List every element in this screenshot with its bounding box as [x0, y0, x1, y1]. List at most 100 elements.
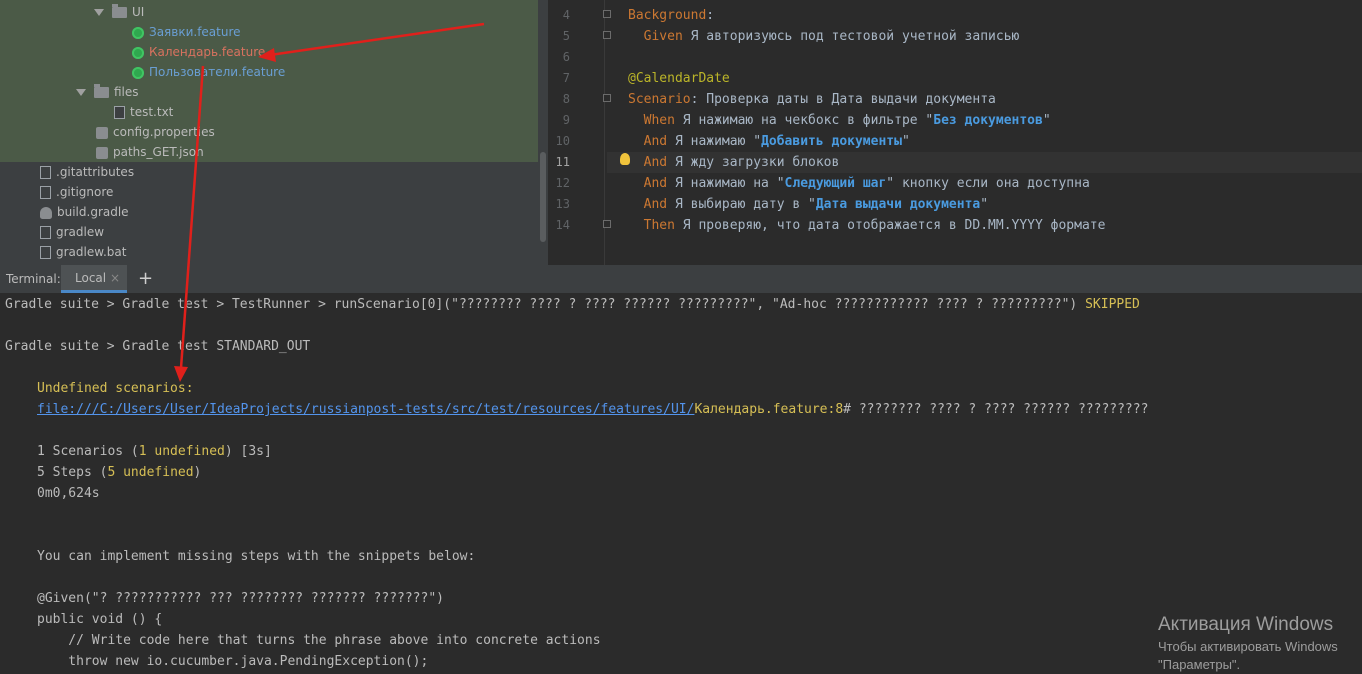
gradle-elephant-icon — [40, 206, 52, 219]
text-file-icon — [114, 106, 125, 119]
tree-scrollbar[interactable] — [540, 152, 546, 242]
fold-marker[interactable] — [603, 10, 611, 18]
tree-file-zayavki[interactable]: Заявки.feature — [132, 22, 241, 42]
keyword: When — [643, 113, 675, 128]
code-line-14: Then Я проверяю, что дата отображается в… — [628, 215, 1106, 236]
tree-file-test-txt[interactable]: test.txt — [114, 102, 173, 122]
terminal-line: throw new io.cucumber.java.PendingExcept… — [37, 654, 429, 669]
tree-file-gradlew[interactable]: gradlew — [40, 222, 104, 242]
undefined-header: Undefined scenarios: — [37, 381, 194, 396]
tree-file-build-gradle[interactable]: build.gradle — [40, 202, 129, 222]
watermark-title: Активация Windows — [1158, 614, 1334, 635]
code-line-8: Scenario: Проверка даты в Дата выдачи до… — [628, 89, 996, 110]
cucumber-icon — [132, 66, 144, 79]
properties-file-icon — [96, 126, 108, 139]
terminal-line: // Write code here that turns the phrase… — [37, 633, 601, 648]
line-number: 7 — [562, 71, 570, 85]
keyword: Scenario — [628, 92, 691, 107]
fold-marker[interactable] — [603, 31, 611, 39]
terminal-text: 1 Scenarios ( — [37, 444, 139, 459]
code-line-11: And Я жду загрузки блоков — [628, 152, 840, 173]
code-line-12: And Я нажимаю на "Следующий шаг" кнопку … — [628, 173, 1090, 194]
chevron-down-icon[interactable] — [76, 89, 86, 96]
fold-marker[interactable] — [603, 94, 611, 102]
code-text: " — [980, 197, 989, 212]
tree-file-calendar[interactable]: Календарь.feature — [132, 42, 265, 62]
code-line-4: Background: — [628, 5, 714, 26]
script-file-icon — [40, 226, 51, 239]
tree-folder-files[interactable]: files — [76, 82, 139, 102]
cucumber-icon — [132, 26, 144, 39]
tree-folder-ui[interactable]: UI — [94, 2, 144, 22]
terminal-line: You can implement missing steps with the… — [37, 549, 476, 564]
terminal-text: ) — [193, 465, 202, 480]
keyword: And — [643, 176, 668, 191]
code-text: Я нажимаю на чекбокс в фильтре " — [674, 113, 934, 128]
keyword: And — [643, 197, 668, 212]
code-text: : Проверка даты в Дата выдачи документа — [690, 92, 996, 107]
script-file-icon — [40, 246, 51, 259]
line-number: 4 — [562, 8, 570, 22]
terminal-tab-bar: Terminal: Local × + — [0, 265, 1362, 294]
code-text: Я нажимаю на " — [667, 176, 785, 191]
terminal-label: Terminal: — [6, 272, 61, 286]
terminal-line: 5 Steps (5 undefined) — [37, 462, 201, 483]
line-number: 10 — [555, 134, 570, 148]
fold-marker[interactable] — [603, 220, 611, 228]
tree-file-users[interactable]: Пользователи.feature — [132, 62, 285, 82]
step-param: Дата выдачи документа — [815, 197, 981, 212]
close-icon[interactable]: × — [110, 265, 120, 291]
project-tree: UI Заявки.feature Календарь.feature Поль… — [0, 0, 548, 265]
tab-local[interactable]: Local × — [61, 265, 127, 293]
terminal-text: 1 undefined — [138, 444, 225, 459]
tree-file-gitattributes[interactable]: .gitattributes — [40, 162, 134, 182]
line-number: 11 — [555, 155, 570, 169]
line-number: 13 — [555, 197, 570, 211]
code-editor[interactable]: 4 5 6 7 8 9 10 11 12 13 14 Background: G… — [548, 0, 1362, 265]
code-line-5: Given Я авторизуюсь под тестовой учетной… — [628, 26, 1020, 47]
code-text: : — [706, 8, 715, 23]
file-link[interactable]: file:///C:/Users/User/IdeaProjects/russi… — [37, 402, 694, 417]
code-line-13: And Я выбираю дату в "Дата выдачи докуме… — [628, 194, 988, 215]
code-text: " кнопку если она доступна — [886, 176, 1090, 191]
terminal-line: public void () { — [37, 612, 163, 627]
new-terminal-button[interactable]: + — [138, 267, 153, 291]
keyword: Then — [643, 218, 675, 233]
step-param: Без документов — [933, 113, 1043, 128]
line-number: 9 — [562, 113, 570, 127]
watermark-subtitle-2: "Параметры". — [1158, 657, 1241, 672]
code-line-7: @CalendarDate — [628, 68, 730, 89]
keyword: And — [643, 134, 668, 149]
status-skipped: SKIPPED — [1085, 297, 1140, 312]
line-number: 5 — [562, 29, 570, 43]
code-line-9: When Я нажимаю на чекбокс в фильтре "Без… — [628, 110, 1051, 131]
tree-file-paths-json[interactable]: paths_GET.json — [96, 142, 204, 162]
keyword: And — [643, 155, 668, 170]
terminal-line: file:///C:/Users/User/IdeaProjects/russi… — [37, 399, 1148, 420]
chevron-down-icon[interactable] — [94, 9, 104, 16]
keyword: Background — [628, 8, 707, 23]
code-line-10: And Я нажимаю "Добавить документы" — [628, 131, 910, 152]
step-param: Следующий шаг — [784, 176, 887, 191]
terminal-line: Gradle suite > Gradle test > TestRunner … — [5, 294, 1140, 315]
terminal-text: Gradle suite > Gradle test > TestRunner … — [5, 297, 1086, 312]
code-text: Я выбираю дату в " — [667, 197, 816, 212]
code-text: Я нажимаю " — [667, 134, 762, 149]
git-file-icon — [40, 166, 51, 179]
code-text: Я проверяю, что дата отображается в DD.M… — [674, 218, 1106, 233]
tag: @CalendarDate — [628, 71, 730, 86]
line-number: 14 — [555, 218, 570, 232]
terminal-text: 5 undefined — [107, 465, 194, 480]
code-text: " — [901, 134, 910, 149]
json-file-icon — [96, 146, 108, 159]
tree-file-gradlew-bat[interactable]: gradlew.bat — [40, 242, 126, 262]
tree-file-config[interactable]: config.properties — [96, 122, 215, 142]
tab-local-label: Local — [75, 271, 107, 285]
git-file-icon — [40, 186, 51, 199]
terminal-line: 1 Scenarios (1 undefined) [3s] — [37, 441, 272, 462]
terminal-line: @Given("? ??????????? ??? ???????? ?????… — [37, 591, 444, 606]
terminal-text: 5 Steps ( — [37, 465, 108, 480]
tree-file-gitignore[interactable]: .gitignore — [40, 182, 113, 202]
file-link-name[interactable]: Календарь.feature:8 — [694, 402, 843, 417]
watermark-subtitle: Чтобы активировать Windows — [1158, 639, 1338, 654]
